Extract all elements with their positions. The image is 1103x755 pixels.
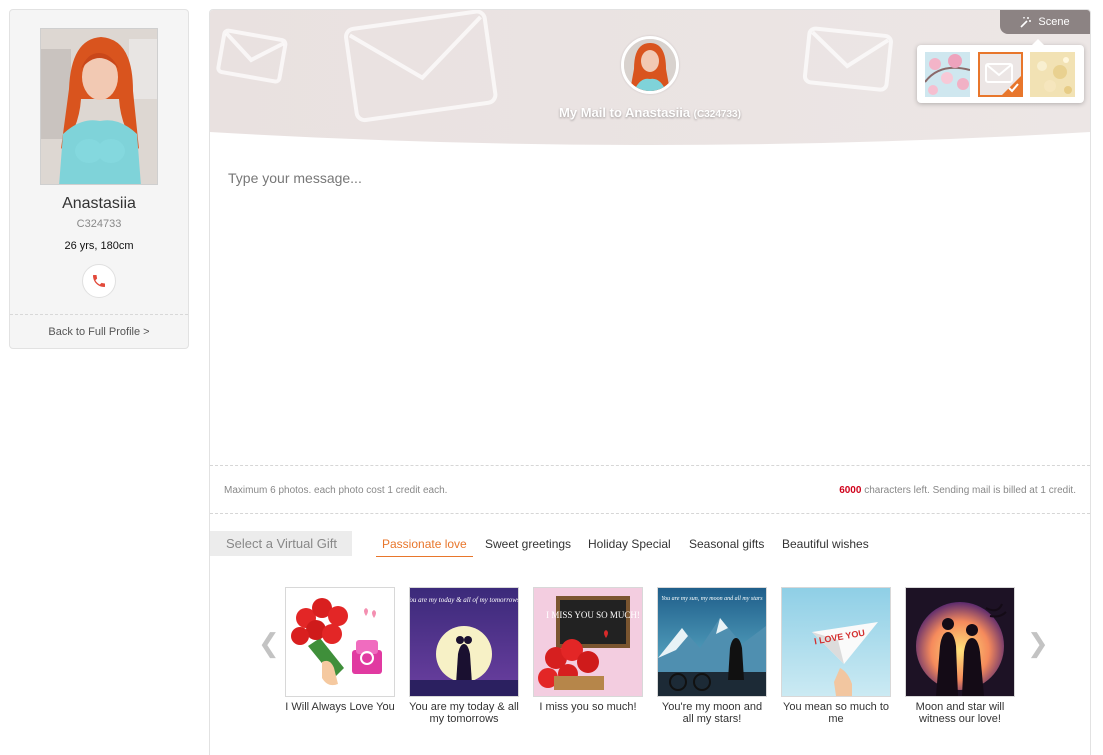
tab-beautiful-wishes[interactable]: Beautiful wishes (782, 537, 869, 551)
chars-left-text: characters left. Sending mail is billed … (864, 485, 1076, 496)
tab-seasonal-gifts[interactable]: Seasonal gifts (689, 537, 764, 551)
gift-image: I MISS YOU SO MUCH! (533, 587, 643, 697)
profile-card: Anastasiia C324733 26 yrs, 180cm Back to… (9, 9, 189, 349)
gift-caption: I Will Always Love You (285, 701, 395, 713)
back-to-profile-link[interactable]: Back to Full Profile > (10, 326, 188, 338)
mail-title-text: My Mail to Anastasiia (559, 105, 691, 120)
scene-picker (917, 39, 1084, 103)
gift-item-moon-stars[interactable]: You are my sun, my moon and all my stars… (657, 587, 767, 725)
profile-id: C324733 (76, 218, 122, 230)
gift-caption: You're my moon and all my stars! (661, 701, 763, 725)
phone-icon (93, 275, 105, 287)
gift-caption: I miss you so much! (539, 701, 637, 713)
scene-toggle-button[interactable]: Scene (1000, 10, 1090, 34)
mail-header: My Mail to Anastasiia (C324733) Scene (210, 10, 1090, 150)
gift-image-text: I MISS YOU SO MUCH! (546, 610, 640, 620)
char-count-info: 6000 characters left. Sending mail is bi… (839, 485, 1076, 496)
card-divider (10, 314, 188, 315)
gift-caption: Moon and star will witness our love! (915, 701, 1005, 725)
gift-item-mean-so-much[interactable]: I LOVE YOU You mean so much to me (781, 587, 891, 725)
profile-stats: 26 yrs, 180cm (64, 240, 134, 252)
scene-label: Scene (1038, 16, 1070, 28)
tab-sweet-greetings[interactable]: Sweet greetings (485, 537, 571, 551)
chevron-left-icon[interactable]: ❮ (258, 630, 280, 656)
gift-image: You are my sun, my moon and all my stars (657, 587, 767, 697)
tab-passionate-love[interactable]: Passionate love (376, 537, 473, 557)
gift-image: I LOVE YOU (781, 587, 891, 697)
gift-image (905, 587, 1015, 697)
tab-holiday-special[interactable]: Holiday Special (588, 537, 671, 551)
gift-image: You are my today & all of my tomorrows! (409, 587, 519, 697)
photo-limit-info: Maximum 6 photos. each photo cost 1 cred… (224, 485, 448, 496)
gift-category-bar: Select a Virtual Gift Passionate love Sw… (210, 531, 1090, 557)
call-button[interactable] (82, 264, 116, 298)
gift-item-moon-star-witness[interactable]: Moon and star will witness our love! (905, 587, 1015, 725)
gift-caption: You mean so much to me (783, 701, 889, 725)
gift-item-always-love-you[interactable]: I Will Always Love You (285, 587, 395, 713)
mail-title-code: (C324733) (693, 109, 741, 120)
scene-option-cherry-blossom[interactable] (925, 52, 970, 97)
gift-image (285, 587, 395, 697)
gift-image-text: You are my today & all of my tomorrows! (410, 596, 518, 604)
scene-option-envelope[interactable] (978, 52, 1023, 97)
magic-wand-icon (1020, 17, 1032, 28)
mail-title: My Mail to Anastasiia (C324733) (210, 105, 1090, 120)
compose-panel: My Mail to Anastasiia (C324733) Scene Ty… (209, 9, 1091, 755)
chars-left-count: 6000 (839, 485, 862, 496)
message-input[interactable] (210, 150, 1090, 465)
profile-photo[interactable] (40, 28, 158, 185)
gift-select-label: Select a Virtual Gift (210, 531, 352, 556)
compose-info-bar: Maximum 6 photos. each photo cost 1 cred… (210, 465, 1090, 514)
gift-item-miss-you[interactable]: I MISS YOU SO MUCH! I miss you so much! (533, 587, 643, 713)
header-avatar (621, 36, 679, 94)
chevron-right-icon[interactable]: ❯ (1027, 630, 1049, 656)
gift-image-text: You are my sun, my moon and all my stars (661, 596, 763, 602)
scene-option-golden-sparkle[interactable] (1030, 52, 1075, 97)
profile-name: Anastasiia (62, 195, 136, 212)
gift-item-today-tomorrows[interactable]: You are my today & all of my tomorrows! … (409, 587, 519, 725)
gift-caption: You are my today & all my tomorrows (409, 701, 519, 725)
